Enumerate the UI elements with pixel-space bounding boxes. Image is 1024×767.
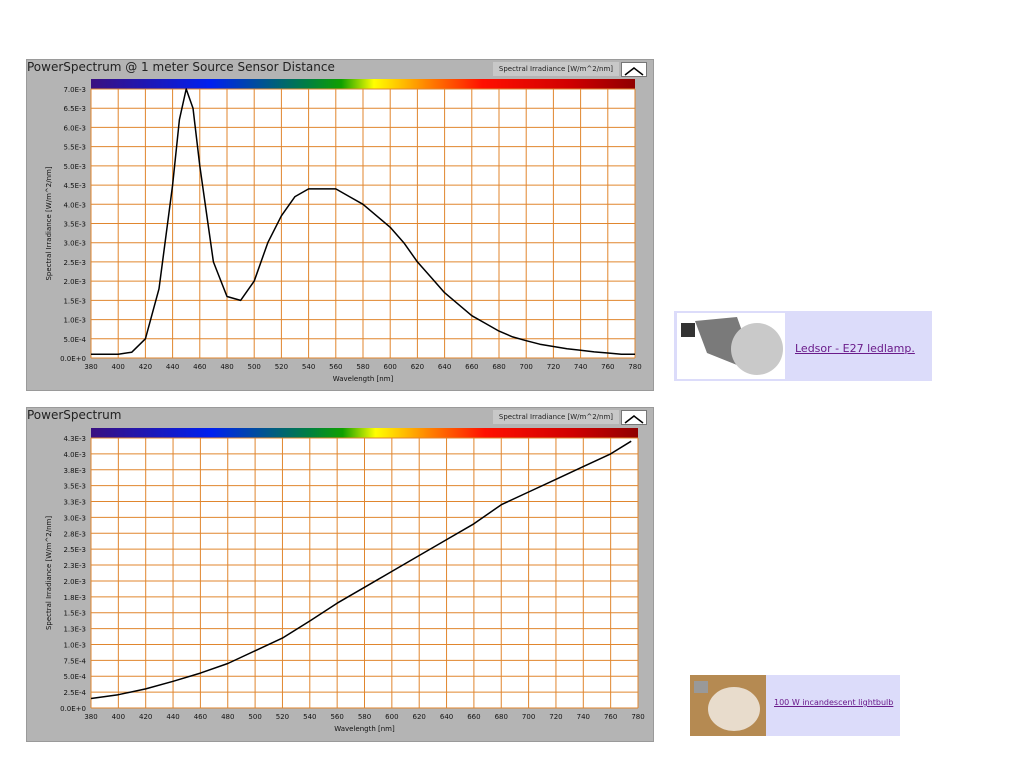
x-tick-label: 540 <box>303 713 316 721</box>
led-bulb-image <box>677 313 785 379</box>
led-spectrum-panel: PowerSpectrum @ 1 meter Source Sensor Di… <box>26 59 654 391</box>
y-tick-label: 2.0E-3 <box>63 278 86 286</box>
color-spectrum-bar <box>91 79 635 89</box>
x-tick-label: 520 <box>275 363 288 371</box>
y-tick-label: 5.0E-3 <box>63 163 86 171</box>
x-tick-label: 720 <box>547 363 560 371</box>
x-tick-label: 400 <box>112 713 125 721</box>
x-tick-label: 520 <box>276 713 289 721</box>
x-tick-label: 480 <box>221 713 234 721</box>
x-tick-label: 720 <box>549 713 562 721</box>
x-tick-label: 620 <box>411 363 424 371</box>
x-tick-label: 740 <box>577 713 590 721</box>
y-tick-label: 3.5E-3 <box>63 483 86 491</box>
y-tick-label: 1.0E-3 <box>63 641 86 649</box>
x-tick-label: 480 <box>220 363 233 371</box>
x-tick-label: 600 <box>384 363 397 371</box>
y-tick-label: 5.5E-3 <box>63 144 86 152</box>
x-tick-label: 440 <box>166 363 179 371</box>
x-tick-label: 460 <box>193 363 206 371</box>
incandescent-spectrum-panel: PowerSpectrum Spectral Irradiance [W/m^2… <box>26 407 654 742</box>
y-tick-label: 3.3E-3 <box>63 499 86 507</box>
x-tick-label: 680 <box>492 363 505 371</box>
x-tick-label: 580 <box>356 363 369 371</box>
y-tick-label: 0.0E+0 <box>60 355 86 363</box>
x-tick-label: 660 <box>467 713 480 721</box>
x-tick-label: 760 <box>604 713 617 721</box>
x-tick-label: 780 <box>628 363 641 371</box>
x-tick-label: 540 <box>302 363 315 371</box>
x-tick-label: 380 <box>84 713 97 721</box>
y-tick-label: 2.5E-4 <box>63 689 86 697</box>
x-tick-label: 700 <box>520 363 533 371</box>
y-tick-label: 2.3E-3 <box>63 562 86 570</box>
y-tick-label: 5.0E-4 <box>63 336 86 344</box>
y-tick-label: 2.0E-3 <box>63 578 86 586</box>
x-tick-label: 640 <box>440 713 453 721</box>
x-tick-label: 700 <box>522 713 535 721</box>
x-tick-label: 780 <box>631 713 644 721</box>
x-tick-label: 680 <box>495 713 508 721</box>
x-tick-label: 620 <box>413 713 426 721</box>
color-spectrum-bar <box>91 428 638 438</box>
y-tick-label: 2.8E-3 <box>63 530 86 538</box>
x-tick-label: 740 <box>574 363 587 371</box>
y-tick-label: 2.5E-3 <box>63 546 86 554</box>
y-tick-label: 3.5E-3 <box>63 221 86 229</box>
y-tick-label: 3.0E-3 <box>63 514 86 522</box>
x-tick-label: 440 <box>166 713 179 721</box>
y-tick-label: 4.3E-3 <box>63 435 86 443</box>
x-tick-label: 420 <box>139 363 152 371</box>
x-tick-label: 400 <box>112 363 125 371</box>
y-tick-label: 4.5E-3 <box>63 182 86 190</box>
x-tick-label: 580 <box>358 713 371 721</box>
incandescent-card: 100 W incandescent lightbulb <box>690 675 900 736</box>
x-tick-label: 640 <box>438 363 451 371</box>
y-tick-label: 1.0E-3 <box>63 317 86 325</box>
y-tick-label: 6.5E-3 <box>63 105 86 113</box>
y-tick-label: 3.0E-3 <box>63 240 86 248</box>
led-spectrum-chart: 0.0E+0 5.0E-4 1.0E-3 1.5E-3 2.0E-3 2.5E-3 3.0E… <box>45 79 642 383</box>
x-tick-label: 380 <box>84 363 97 371</box>
y-tick-label: 3.8E-3 <box>63 467 86 475</box>
y-tick-label: 1.5E-3 <box>63 297 86 305</box>
y-tick-label: 4.0E-3 <box>63 201 86 209</box>
x-axis-label: Wavelength [nm] <box>333 375 394 383</box>
y-tick-label: 6.0E-3 <box>63 124 86 132</box>
incandescent-bulb-image <box>690 675 766 736</box>
x-tick-label: 560 <box>329 363 342 371</box>
y-tick-label: 4.0E-3 <box>63 451 86 459</box>
x-tick-label: 560 <box>330 713 343 721</box>
incandescent-link[interactable]: 100 W incandescent lightbulb <box>774 698 893 707</box>
y-tick-label: 7.5E-4 <box>63 657 86 665</box>
led-lamp-link[interactable]: Ledsor - E27 ledlamp. <box>795 342 915 355</box>
y-tick-label: 0.0E+0 <box>60 705 86 713</box>
y-tick-label: 7.0E-3 <box>63 86 86 94</box>
y-axis-label: Spectral Irradiance [W/m^2/nm] <box>45 166 53 280</box>
y-tick-label: 1.5E-3 <box>63 610 86 618</box>
y-tick-label: 1.8E-3 <box>63 594 86 602</box>
y-tick-label: 1.3E-3 <box>63 626 86 634</box>
x-tick-label: 500 <box>248 363 261 371</box>
y-tick-label: 2.5E-3 <box>63 259 86 267</box>
x-tick-label: 660 <box>465 363 478 371</box>
incandescent-spectrum-chart: 0.0E+0 2.5E-4 5.0E-4 7.5E-4 1.0E-3 1.3E-3 1.5E… <box>45 428 645 733</box>
x-tick-label: 500 <box>248 713 261 721</box>
x-axis-label: Wavelength [nm] <box>334 725 395 733</box>
led-lamp-card: Ledsor - E27 ledlamp. <box>674 311 932 381</box>
x-tick-label: 460 <box>194 713 207 721</box>
x-tick-label: 600 <box>385 713 398 721</box>
x-tick-label: 420 <box>139 713 152 721</box>
x-tick-label: 760 <box>601 363 614 371</box>
y-tick-label: 5.0E-4 <box>63 673 86 681</box>
y-axis-label: Spectral Irradiance [W/m^2/nm] <box>45 516 53 630</box>
